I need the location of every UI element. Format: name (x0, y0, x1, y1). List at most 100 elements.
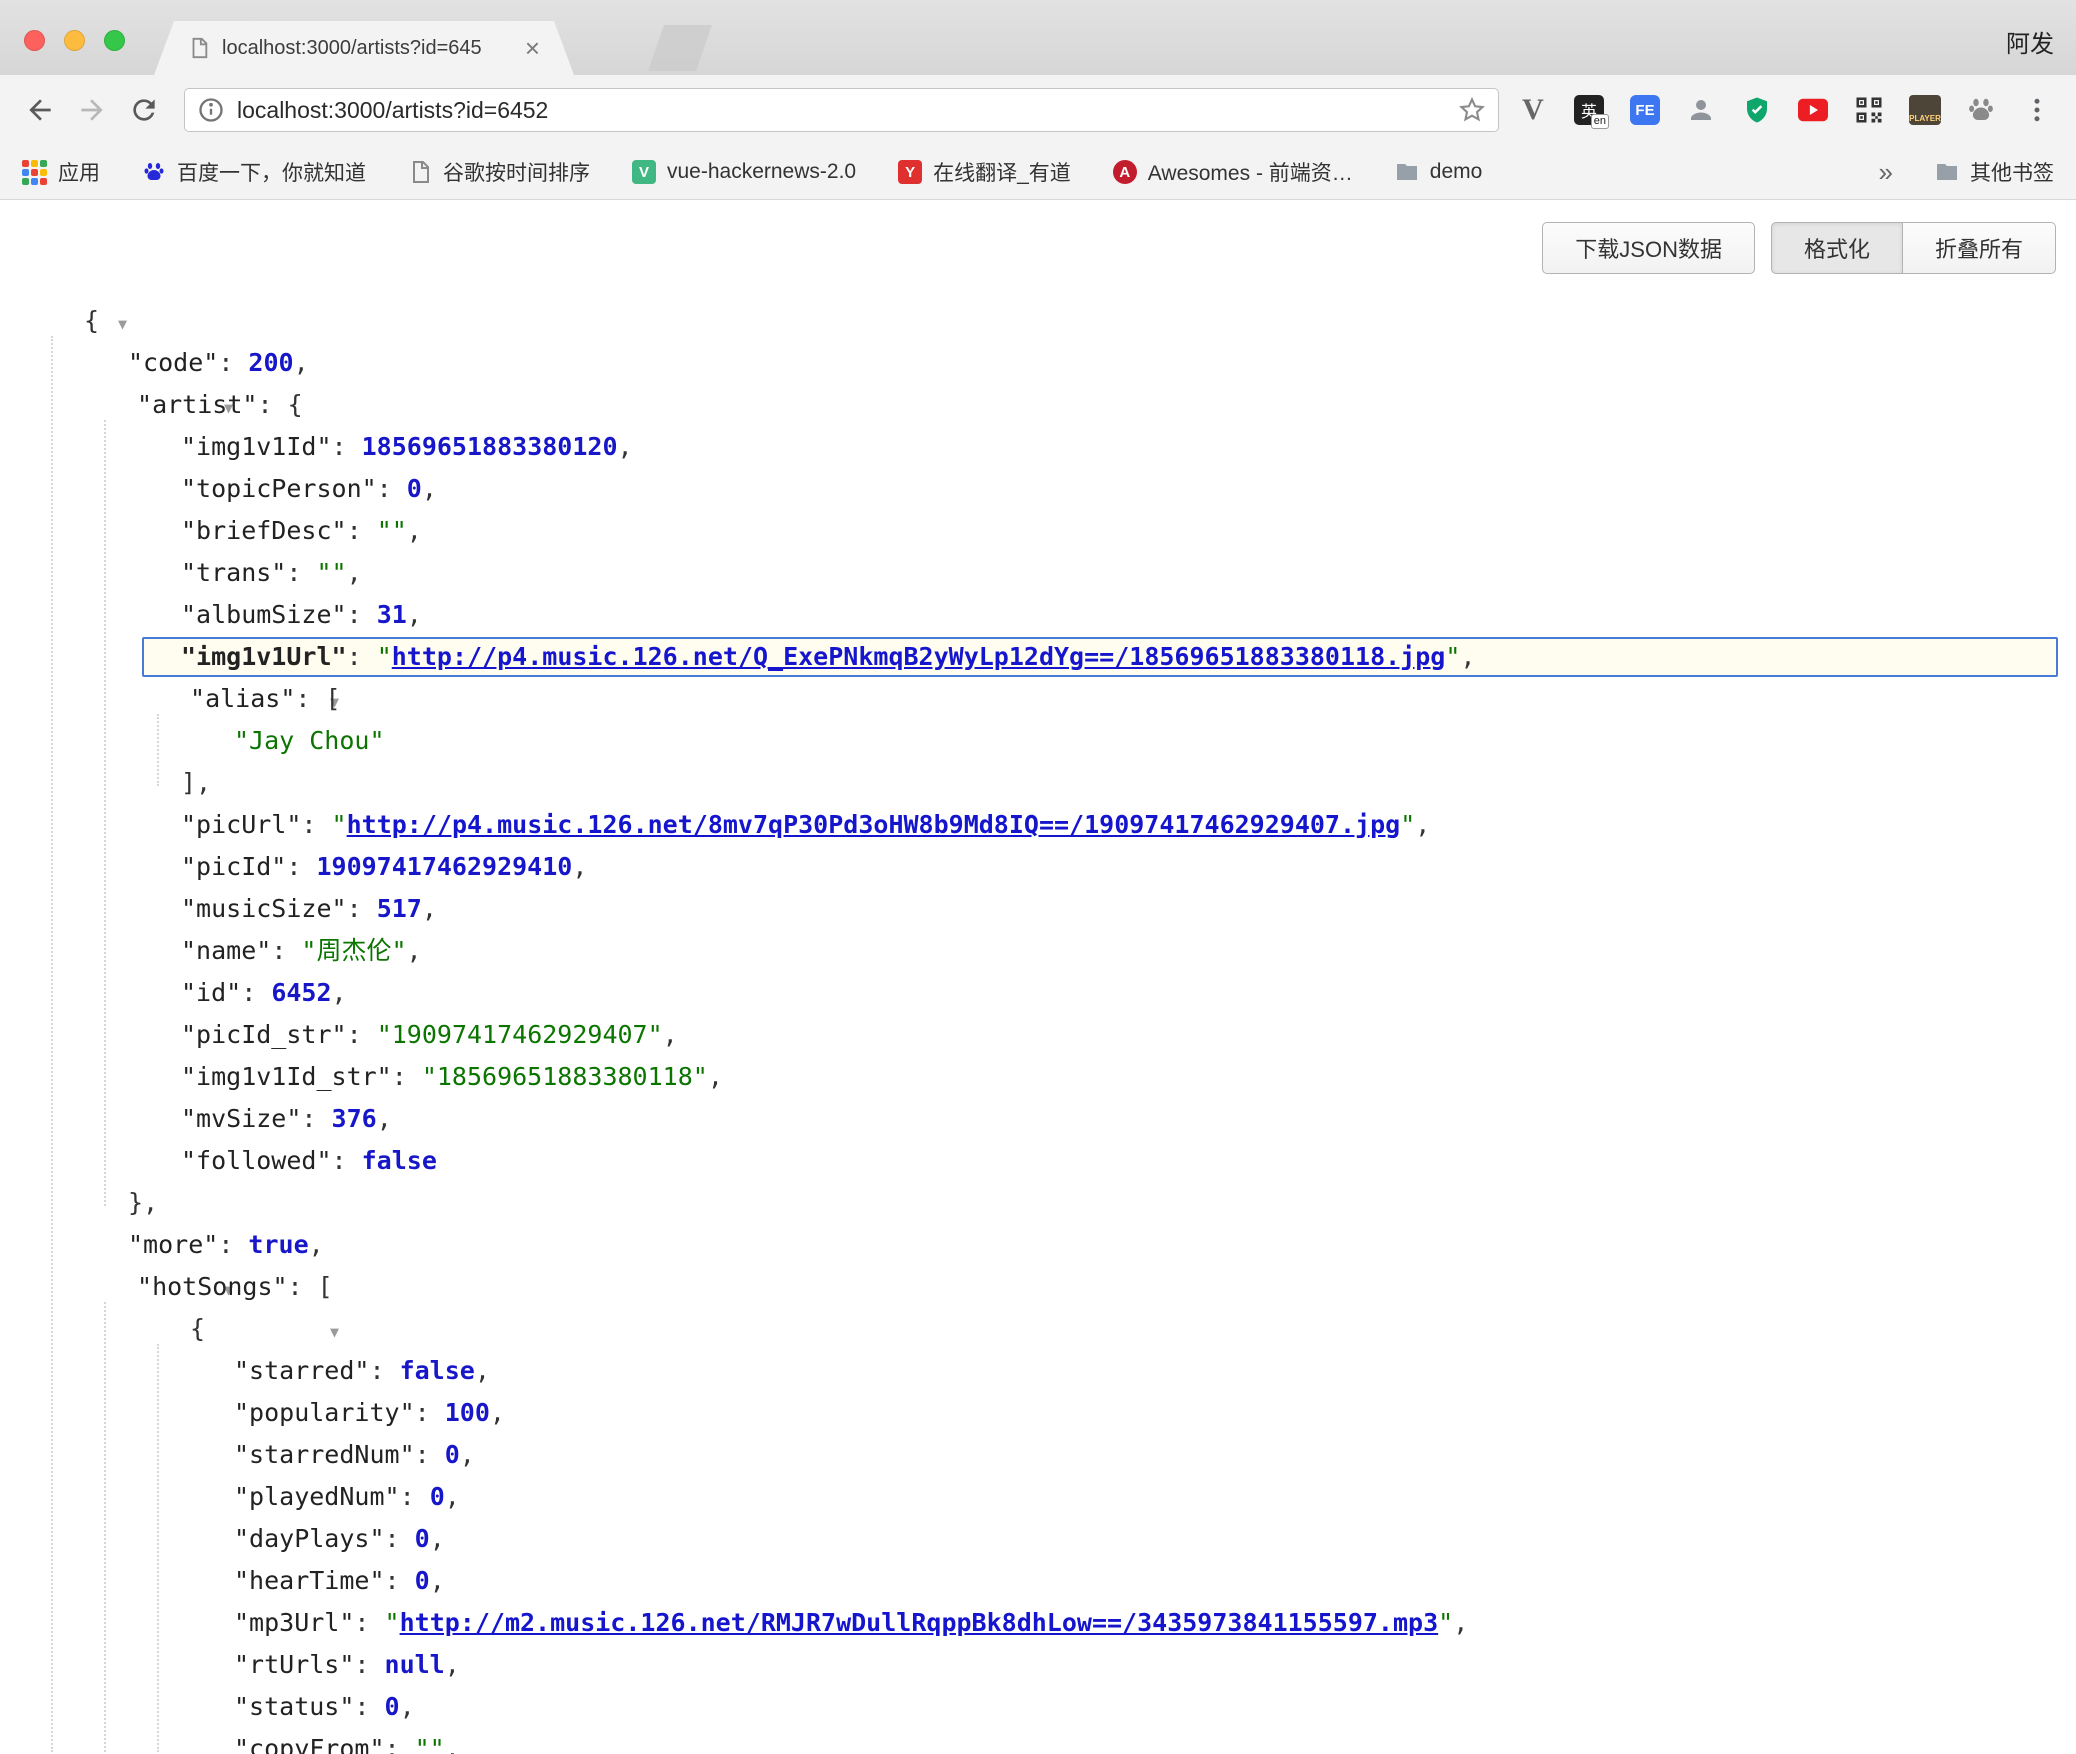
page-favicon-icon (188, 37, 210, 59)
json-token: , (460, 1440, 475, 1469)
youtube-extension-icon[interactable] (1794, 91, 1832, 129)
json-token: ], (181, 768, 211, 797)
json-token: , (430, 1524, 445, 1553)
json-token: "albumSize" (181, 600, 347, 629)
bookmark-item-vue-hackernews[interactable]: V vue-hackernews-2.0 (632, 160, 856, 184)
json-token: 0 (415, 1566, 430, 1595)
zoom-window-button[interactable] (104, 30, 125, 51)
json-url-link[interactable]: http://p4.music.126.net/Q_ExePNkmqB2yWyL… (392, 642, 1446, 671)
json-url-link[interactable]: http://p4.music.126.net/8mv7qP30Pd3oHW8b… (347, 810, 1401, 839)
json-line: "topicPerson": 0, (0, 468, 2076, 510)
json-token: , (422, 894, 437, 923)
json-line: ▼{ (0, 1308, 2076, 1350)
json-token: : (347, 516, 377, 545)
bookmark-label: 谷歌按时间排序 (443, 157, 590, 187)
json-token: : (369, 1356, 399, 1385)
json-token: , (445, 1650, 460, 1679)
json-token: "name" (181, 936, 271, 965)
back-button[interactable] (14, 84, 66, 136)
minimize-window-button[interactable] (64, 30, 85, 51)
fehelper-extension-icon[interactable]: FE (1626, 91, 1664, 129)
json-line: ▼"hotSongs": [ (0, 1266, 2076, 1308)
bookmark-item-baidu[interactable]: 百度一下，你就知道 (142, 157, 366, 187)
json-line: "musicSize": 517, (0, 888, 2076, 930)
json-token: : (385, 1734, 415, 1754)
close-window-button[interactable] (24, 30, 45, 51)
page-content: 下载JSON数据 格式化 折叠所有 ▼{"code": 200,▼"artist… (0, 200, 2076, 1754)
json-token: "playedNum" (234, 1482, 400, 1511)
json-token: "artist" (137, 390, 257, 419)
translate-extension-icon[interactable]: 英 en (1570, 91, 1608, 129)
browser-menu-icon[interactable] (2018, 91, 2056, 129)
format-button[interactable]: 格式化 (1771, 222, 1903, 274)
json-token: : (257, 390, 287, 419)
green-shield-extension-icon[interactable] (1738, 91, 1776, 129)
paw-extension-icon[interactable] (1962, 91, 2000, 129)
qrcode-extension-icon[interactable] (1850, 91, 1888, 129)
bookmark-item-demo-folder[interactable]: demo (1395, 160, 1483, 184)
player-extension-icon[interactable]: PLAYER (1906, 91, 1944, 129)
json-token: , (445, 1734, 460, 1754)
json-token: "rtUrls" (234, 1650, 354, 1679)
json-url-link[interactable]: http://m2.music.126.net/RMJR7wDullRqppBk… (400, 1608, 1439, 1637)
json-token: : (301, 1104, 331, 1133)
json-token: : (301, 810, 331, 839)
json-token: : (400, 1482, 430, 1511)
forward-button[interactable] (66, 84, 118, 136)
bookmark-item-google-sort[interactable]: 谷歌按时间排序 (408, 157, 590, 187)
collapse-toggle-icon[interactable]: ▼ (118, 315, 127, 333)
proxy-person-extension-icon[interactable] (1682, 91, 1720, 129)
tab-close-button[interactable]: × (525, 35, 540, 61)
navigation-toolbar: localhost:3000/artists?id=6452 V 英 en FE (0, 75, 2076, 145)
browser-tab[interactable]: localhost:3000/artists?id=645 × (154, 21, 574, 75)
json-token: , (407, 600, 422, 629)
json-token: 200 (248, 348, 293, 377)
json-token: : (271, 936, 301, 965)
apps-grid-icon (22, 160, 47, 185)
new-tab-button[interactable] (648, 25, 712, 71)
json-viewer-controls: 下载JSON数据 格式化 折叠所有 (1542, 222, 2056, 274)
profile-name[interactable]: 阿发 (2006, 24, 2054, 59)
bookmark-star-icon[interactable] (1458, 96, 1486, 124)
page-info-icon[interactable] (197, 96, 225, 124)
json-token: , (309, 1230, 324, 1259)
json-token: : (385, 1566, 415, 1595)
collapse-all-button[interactable]: 折叠所有 (1903, 222, 2056, 274)
json-token: 376 (332, 1104, 377, 1133)
extensions-area: V 英 en FE PLAYER (1514, 91, 2062, 129)
json-token: , (475, 1356, 490, 1385)
bookmarks-overflow-chevron[interactable]: » (1879, 157, 1893, 188)
json-line-highlighted: "img1v1Url": "http://p4.music.126.net/Q_… (0, 636, 2076, 678)
json-token: " (332, 810, 347, 839)
json-token: : (218, 348, 248, 377)
bookmark-item-youdao-translate[interactable]: Y 在线翻译_有道 (898, 157, 1071, 187)
download-json-button[interactable]: 下载JSON数据 (1542, 222, 1755, 274)
json-token: "Jay Chou" (234, 726, 385, 755)
json-token: " (1438, 1608, 1453, 1637)
json-token: "" (415, 1734, 445, 1754)
json-token: { (288, 390, 303, 419)
apps-button[interactable]: 应用 (22, 157, 100, 187)
json-token: : (295, 684, 325, 713)
awesomes-icon: A (1113, 160, 1137, 184)
json-token: "musicSize" (181, 894, 347, 923)
json-token: [ (318, 1272, 333, 1301)
youdao-icon: Y (898, 160, 922, 184)
baidu-paw-icon (142, 160, 166, 184)
vimium-extension-icon[interactable]: V (1514, 91, 1552, 129)
url-text[interactable]: localhost:3000/artists?id=6452 (237, 97, 1446, 124)
json-line: "mp3Url": "http://m2.music.126.net/RMJR7… (0, 1602, 2076, 1644)
json-token: : (286, 558, 316, 587)
collapse-toggle-icon[interactable]: ▼ (330, 1323, 339, 1341)
address-bar[interactable]: localhost:3000/artists?id=6452 (184, 88, 1499, 132)
other-bookmarks-label: 其他书签 (1970, 157, 2054, 187)
json-token: , (1415, 810, 1430, 839)
json-token: "popularity" (234, 1398, 415, 1427)
other-bookmarks-folder[interactable]: 其他书签 (1935, 157, 2054, 187)
json-token: : (347, 1020, 377, 1049)
json-token: , (490, 1398, 505, 1427)
reload-button[interactable] (118, 84, 170, 136)
json-line: "img1v1Id_str": "18569651883380118", (0, 1056, 2076, 1098)
json-token: , (407, 936, 422, 965)
bookmark-item-awesomes[interactable]: A Awesomes - 前端资… (1113, 157, 1353, 187)
